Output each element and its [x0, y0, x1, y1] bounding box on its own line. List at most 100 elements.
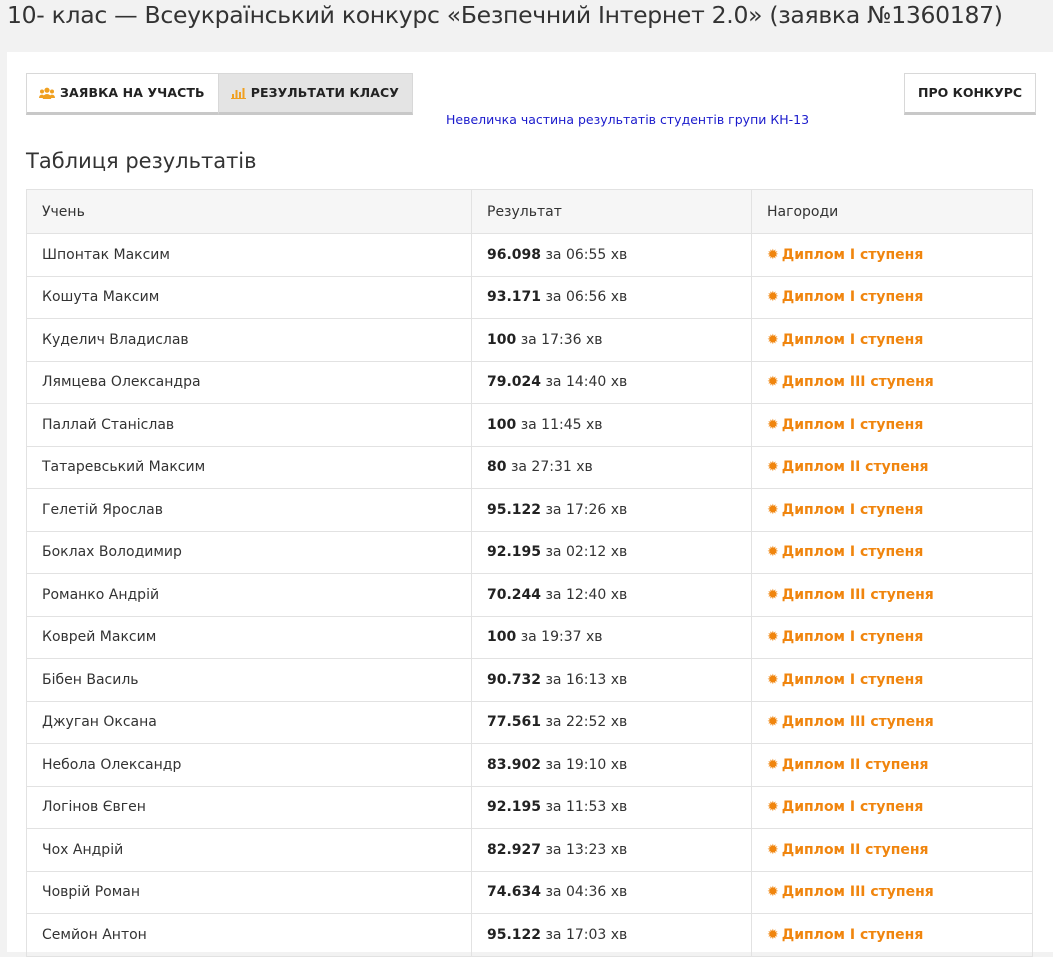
time-value: за 11:45 хв	[520, 416, 603, 433]
score-value: 92.195	[487, 799, 542, 816]
result-cell: 79.024 за 14:40 хв	[471, 360, 752, 404]
student-name: Паллай Станіслав	[26, 403, 472, 447]
table-row: Романко Андрій 70.244 за 12:40 хв ✹ Диплом …	[26, 573, 1033, 617]
award-cell: ✹ Диплом I ступеня	[751, 913, 1033, 957]
award-cell: ✹ Диплом I ступеня	[751, 233, 1033, 277]
student-name: Човрій Роман	[26, 870, 472, 914]
table-row: Гелетій Ярослав 95.122 за 17:26 хв ✹ Диплом…	[26, 488, 1033, 532]
table-row: Боклах Володимир 92.195 за 02:12 хв ✹ Дипло…	[26, 530, 1033, 574]
results-table: Учень Результат Нагороди Шпонтак Максим 9…	[26, 189, 1033, 957]
award-cell: ✹ Диплом II ступеня	[751, 743, 1033, 787]
score-value: 77.561	[487, 714, 542, 731]
award-link[interactable]: Диплом III ступеня	[782, 374, 934, 390]
result-cell: 93.171 за 06:56 хв	[471, 275, 752, 319]
award-cell: ✹ Диплом I ступеня	[751, 403, 1033, 447]
score-value: 74.634	[487, 884, 542, 901]
result-cell: 100 за 11:45 хв	[471, 403, 752, 447]
award-link[interactable]: Диплом III ступеня	[782, 587, 934, 603]
page-title: 10- клас — Всеукраїнський конкурс «Безпе…	[7, 1, 1003, 29]
score-value: 100	[487, 331, 517, 348]
time-value: за 02:12 хв	[545, 544, 628, 561]
table-row: Шпонтак Максим 96.098 за 06:55 хв ✹ Диплом …	[26, 233, 1033, 277]
award-star-icon: ✹	[767, 374, 779, 391]
student-name: Татаревський Максим	[26, 445, 472, 489]
award-star-icon: ✹	[767, 289, 779, 306]
table-row: Човрій Роман 74.634 за 04:36 хв ✹ Диплом II…	[26, 870, 1033, 914]
score-value: 80	[487, 459, 507, 476]
award-link[interactable]: Диплом II ступеня	[782, 757, 929, 773]
time-value: за 12:40 хв	[545, 586, 628, 603]
award-link[interactable]: Диплом I ступеня	[782, 629, 924, 645]
column-header-result: Результат	[471, 189, 752, 234]
table-row: Кошута Максим 93.171 за 06:56 хв ✹ Диплом I…	[26, 275, 1033, 319]
score-value: 95.122	[487, 501, 542, 518]
about-contest-button[interactable]: ПРО КОНКУРС	[904, 73, 1037, 115]
score-value: 70.244	[487, 586, 542, 603]
time-value: за 14:40 хв	[545, 374, 628, 391]
student-name: Семйон Антон	[26, 913, 472, 957]
users-icon	[39, 87, 55, 100]
award-link[interactable]: Диплом I ступеня	[782, 289, 924, 305]
award-cell: ✹ Диплом I ступеня	[751, 318, 1033, 362]
award-cell: ✹ Диплом I ступеня	[751, 275, 1033, 319]
award-link[interactable]: Диплом II ступеня	[782, 842, 929, 858]
award-cell: ✹ Диплом I ступеня	[751, 785, 1033, 829]
student-name: Джуган Оксана	[26, 700, 472, 744]
score-value: 100	[487, 629, 517, 646]
tab-bar: ЗАЯВКА НА УЧАСТЬ РЕЗУЛЬТАТИ КЛАСУ	[26, 73, 414, 115]
award-star-icon: ✹	[767, 629, 779, 646]
award-link[interactable]: Диплом I ступеня	[782, 799, 924, 815]
award-cell: ✹ Диплом III ступеня	[751, 360, 1033, 404]
result-cell: 90.732 за 16:13 хв	[471, 658, 752, 702]
award-link[interactable]: Диплом III ступеня	[782, 714, 934, 730]
tab-application[interactable]: ЗАЯВКА НА УЧАСТЬ	[26, 73, 219, 115]
award-cell: ✹ Диплом II ступеня	[751, 828, 1033, 872]
award-cell: ✹ Диплом III ступеня	[751, 870, 1033, 914]
award-link[interactable]: Диплом III ступеня	[782, 884, 934, 900]
student-name: Боклах Володимир	[26, 530, 472, 574]
score-value: 79.024	[487, 374, 542, 391]
result-cell: 82.927 за 13:23 хв	[471, 828, 752, 872]
student-name: Небола Олександр	[26, 743, 472, 787]
tab-class-results[interactable]: РЕЗУЛЬТАТИ КЛАСУ	[218, 73, 414, 115]
student-name: Куделич Владислав	[26, 318, 472, 362]
award-link[interactable]: Диплом I ступеня	[782, 332, 924, 348]
result-cell: 95.122 за 17:03 хв	[471, 913, 752, 957]
award-cell: ✹ Диплом I ступеня	[751, 530, 1033, 574]
award-link[interactable]: Диплом I ступеня	[782, 927, 924, 943]
time-value: за 06:56 хв	[545, 289, 628, 306]
time-value: за 22:52 хв	[545, 714, 628, 731]
group-note: Невеличка частина результатів студентів …	[446, 112, 810, 127]
student-name: Шпонтак Максим	[26, 233, 472, 277]
award-link[interactable]: Диплом II ступеня	[782, 459, 929, 475]
award-link[interactable]: Диплом I ступеня	[782, 247, 924, 263]
award-link[interactable]: Диплом I ступеня	[782, 417, 924, 433]
result-cell: 83.902 за 19:10 хв	[471, 743, 752, 787]
award-link[interactable]: Диплом I ступеня	[782, 672, 924, 688]
award-link[interactable]: Диплом I ступеня	[782, 544, 924, 560]
table-header-row: Учень Результат Нагороди	[26, 189, 1033, 234]
time-value: за 19:10 хв	[545, 756, 628, 773]
content-card: ЗАЯВКА НА УЧАСТЬ РЕЗУЛЬТАТИ КЛАСУ ПРО КО…	[7, 52, 1053, 957]
award-cell: ✹ Диплом III ступеня	[751, 700, 1033, 744]
award-star-icon: ✹	[767, 714, 779, 731]
result-cell: 100 за 19:37 хв	[471, 615, 752, 659]
student-name: Кошута Максим	[26, 275, 472, 319]
table-row: Коврей Максим 100 за 19:37 хв ✹ Диплом I ст…	[26, 615, 1033, 659]
bar-chart-icon	[230, 87, 246, 99]
time-value: за 11:53 хв	[545, 799, 628, 816]
score-value: 96.098	[487, 246, 542, 263]
results-table-body: Шпонтак Максим 96.098 за 06:55 хв ✹ Диплом …	[26, 233, 1033, 957]
award-star-icon: ✹	[767, 841, 779, 858]
award-link[interactable]: Диплом I ступеня	[782, 502, 924, 518]
column-header-student: Учень	[26, 189, 472, 234]
time-value: за 17:36 хв	[520, 331, 603, 348]
section-title: Таблиця результатів	[26, 149, 257, 173]
time-value: за 16:13 хв	[545, 671, 628, 688]
award-star-icon: ✹	[767, 331, 779, 348]
score-value: 95.122	[487, 926, 542, 943]
award-cell: ✹ Диплом I ступеня	[751, 658, 1033, 702]
award-star-icon: ✹	[767, 501, 779, 518]
student-name: Романко Андрій	[26, 573, 472, 617]
result-cell: 95.122 за 17:26 хв	[471, 488, 752, 532]
